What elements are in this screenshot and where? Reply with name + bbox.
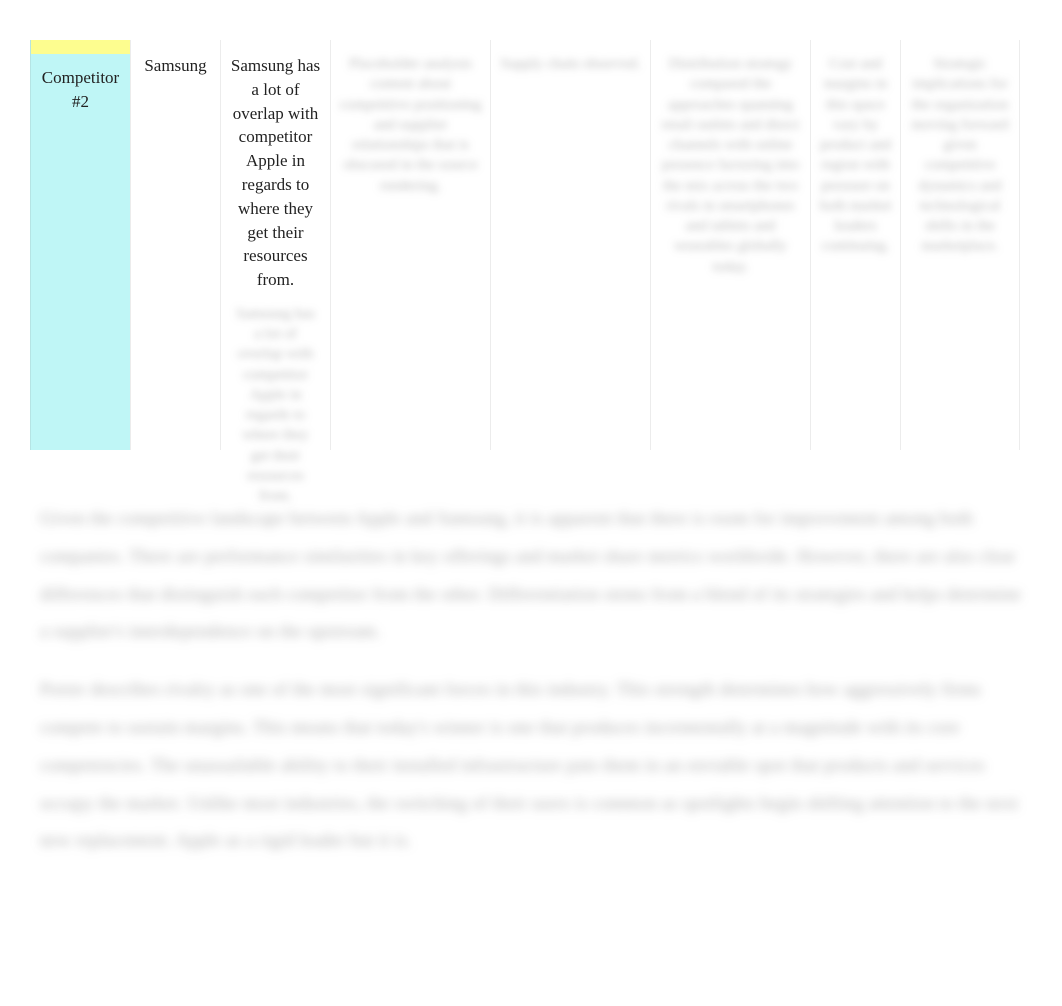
column-overlap: Samsung has a lot of overlap with compet… <box>220 40 330 450</box>
column-6: Cost and margins in this space vary by p… <box>810 40 900 450</box>
cell-col5: Distribution strategy compared the appro… <box>651 40 810 440</box>
cell-overlap-wrap: Samsung has a lot of overlap with compet… <box>221 40 330 518</box>
row-label-column: Competitor #2 <box>30 40 130 450</box>
cell-col6: Cost and margins in this space vary by p… <box>811 40 900 440</box>
column-company: Samsung <box>130 40 220 450</box>
column-3: Placeholder analysis content about compe… <box>330 40 490 450</box>
label-highlight-stripe <box>31 40 130 54</box>
paragraph-2: Porter describes rivalry as one of the m… <box>40 671 1022 860</box>
cell-col3: Placeholder analysis content about compe… <box>331 40 490 440</box>
cell-overlap-blur: Samsung has a lot of overlap with compet… <box>229 300 322 511</box>
column-7: Strategic implications for the organizat… <box>900 40 1020 450</box>
cell-company: Samsung <box>131 40 220 440</box>
column-4: Supply chain observed. <box>490 40 650 450</box>
cell-col7: Strategic implications for the organizat… <box>901 40 1019 440</box>
paragraph-1: Given the competitive landscape between … <box>40 500 1022 651</box>
cell-col4: Supply chain observed. <box>491 40 650 440</box>
body-paragraphs: Given the competitive landscape between … <box>30 500 1032 860</box>
competitor-table: Competitor #2 Samsung Samsung has a lot … <box>30 40 1032 450</box>
column-5: Distribution strategy compared the appro… <box>650 40 810 450</box>
cell-overlap: Samsung has a lot of overlap with compet… <box>229 54 322 292</box>
row-label: Competitor #2 <box>31 54 130 126</box>
